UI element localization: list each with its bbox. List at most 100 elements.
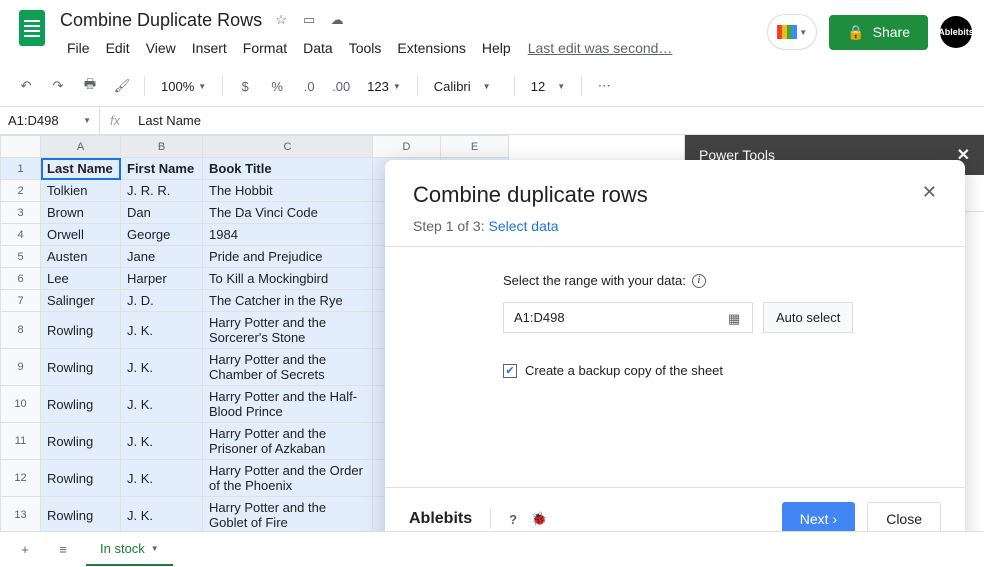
data-cell[interactable]: Dan — [121, 202, 203, 224]
data-cell[interactable]: Tolkien — [41, 180, 121, 202]
data-cell[interactable]: The Da Vinci Code — [203, 202, 373, 224]
col-header[interactable]: C — [203, 136, 373, 158]
header-cell[interactable]: First Name — [121, 158, 203, 180]
row-header[interactable]: 5 — [1, 246, 41, 268]
cloud-icon[interactable]: ☁ — [328, 11, 346, 29]
data-cell[interactable]: Rowling — [41, 497, 121, 534]
sheet-tab-in-stock[interactable]: In stock▼ — [86, 533, 173, 566]
col-header[interactable]: D — [373, 136, 441, 158]
data-cell[interactable]: J. K. — [121, 497, 203, 534]
data-cell[interactable]: J. K. — [121, 312, 203, 349]
data-cell[interactable]: George — [121, 224, 203, 246]
data-cell[interactable]: Rowling — [41, 349, 121, 386]
data-cell[interactable]: J. K. — [121, 423, 203, 460]
data-cell[interactable]: Orwell — [41, 224, 121, 246]
help-icon[interactable]: ? — [509, 512, 517, 527]
menu-insert[interactable]: Insert — [185, 36, 234, 60]
header-cell[interactable]: Last Name — [41, 158, 121, 180]
data-cell[interactable]: Harry Potter and the Sorcerer's Stone — [203, 312, 373, 349]
data-cell[interactable]: J. K. — [121, 386, 203, 423]
row-header[interactable]: 11 — [1, 423, 41, 460]
data-cell[interactable]: Rowling — [41, 386, 121, 423]
font-size-select[interactable]: 12▼ — [523, 75, 573, 98]
data-cell[interactable]: Harry Potter and the Order of the Phoeni… — [203, 460, 373, 497]
data-cell[interactable]: The Catcher in the Rye — [203, 290, 373, 312]
move-icon[interactable]: ▭ — [300, 11, 318, 29]
data-cell[interactable]: Lee — [41, 268, 121, 290]
data-cell[interactable]: The Hobbit — [203, 180, 373, 202]
last-edit-link[interactable]: Last edit was second… — [528, 40, 673, 56]
add-sheet-button[interactable]: + — [10, 535, 40, 565]
row-header[interactable]: 4 — [1, 224, 41, 246]
data-cell[interactable]: Jane — [121, 246, 203, 268]
menu-view[interactable]: View — [139, 36, 183, 60]
row-header[interactable]: 2 — [1, 180, 41, 202]
more-toolbar-button[interactable]: ⋯ — [590, 72, 618, 100]
data-cell[interactable]: J. D. — [121, 290, 203, 312]
dialog-close-icon[interactable]: ✕ — [922, 182, 937, 208]
data-cell[interactable]: Harry Potter and the Half-Blood Prince — [203, 386, 373, 423]
step-link[interactable]: Select data — [489, 218, 559, 234]
redo-button[interactable]: ↷ — [44, 72, 72, 100]
col-header[interactable]: B — [121, 136, 203, 158]
data-cell[interactable]: J. K. — [121, 460, 203, 497]
menu-format[interactable]: Format — [236, 36, 294, 60]
backup-checkbox[interactable]: ✔ — [503, 364, 517, 378]
row-header[interactable]: 10 — [1, 386, 41, 423]
row-header[interactable]: 13 — [1, 497, 41, 534]
data-cell[interactable]: To Kill a Mockingbird — [203, 268, 373, 290]
data-cell[interactable]: Harry Potter and the Goblet of Fire — [203, 497, 373, 534]
row-header[interactable]: 12 — [1, 460, 41, 497]
menu-data[interactable]: Data — [296, 36, 340, 60]
all-sheets-button[interactable]: ≡ — [48, 535, 78, 565]
paint-format-button[interactable]: 🖌 — [108, 72, 136, 100]
data-cell[interactable]: Rowling — [41, 423, 121, 460]
data-cell[interactable]: Pride and Prejudice — [203, 246, 373, 268]
data-cell[interactable]: Rowling — [41, 460, 121, 497]
data-cell[interactable]: Salinger — [41, 290, 121, 312]
data-cell[interactable]: 1984 — [203, 224, 373, 246]
data-cell[interactable]: J. K. — [121, 349, 203, 386]
auto-select-button[interactable]: Auto select — [763, 302, 853, 333]
grid-picker-icon[interactable]: ▦ — [728, 311, 742, 325]
star-icon[interactable]: ☆ — [272, 11, 290, 29]
row-header[interactable]: 1 — [1, 158, 41, 180]
row-header[interactable]: 9 — [1, 349, 41, 386]
print-button[interactable]: 🖶 — [76, 72, 104, 100]
data-cell[interactable]: Austen — [41, 246, 121, 268]
info-icon[interactable]: i — [692, 274, 706, 288]
number-format-select[interactable]: 123▼ — [359, 79, 409, 94]
row-header[interactable]: 7 — [1, 290, 41, 312]
sheets-logo[interactable] — [12, 8, 52, 48]
share-button[interactable]: 🔒 Share — [829, 15, 928, 50]
percent-button[interactable]: % — [263, 72, 291, 100]
formula-bar[interactable]: Last Name — [130, 113, 984, 128]
menu-tools[interactable]: Tools — [342, 36, 389, 60]
range-input[interactable]: A1:D498 ▦ — [503, 302, 753, 333]
avatar[interactable]: Ablebits — [940, 16, 972, 48]
row-header[interactable]: 3 — [1, 202, 41, 224]
bug-icon[interactable]: 🐞 — [531, 511, 547, 527]
col-header[interactable]: E — [441, 136, 509, 158]
font-select[interactable]: Calibri▼ — [426, 75, 506, 98]
menu-extensions[interactable]: Extensions — [390, 36, 472, 60]
row-header[interactable]: 8 — [1, 312, 41, 349]
row-header[interactable]: 6 — [1, 268, 41, 290]
data-cell[interactable]: Harper — [121, 268, 203, 290]
data-cell[interactable]: Harry Potter and the Chamber of Secrets — [203, 349, 373, 386]
decrease-decimal-button[interactable]: .0 — [295, 72, 323, 100]
data-cell[interactable]: Harry Potter and the Prisoner of Azkaban — [203, 423, 373, 460]
data-cell[interactable]: Brown — [41, 202, 121, 224]
menu-file[interactable]: File — [60, 36, 97, 60]
zoom-select[interactable]: 100%▼ — [153, 79, 214, 94]
doc-title[interactable]: Combine Duplicate Rows — [60, 10, 262, 31]
name-box[interactable]: A1:D498▼ — [0, 107, 100, 134]
meet-button[interactable]: ▼ — [767, 14, 817, 50]
data-cell[interactable]: J. R. R. — [121, 180, 203, 202]
menu-help[interactable]: Help — [475, 36, 518, 60]
header-cell[interactable]: Book Title — [203, 158, 373, 180]
undo-button[interactable]: ↶ — [12, 72, 40, 100]
menu-edit[interactable]: Edit — [99, 36, 137, 60]
increase-decimal-button[interactable]: .00 — [327, 72, 355, 100]
col-header[interactable]: A — [41, 136, 121, 158]
